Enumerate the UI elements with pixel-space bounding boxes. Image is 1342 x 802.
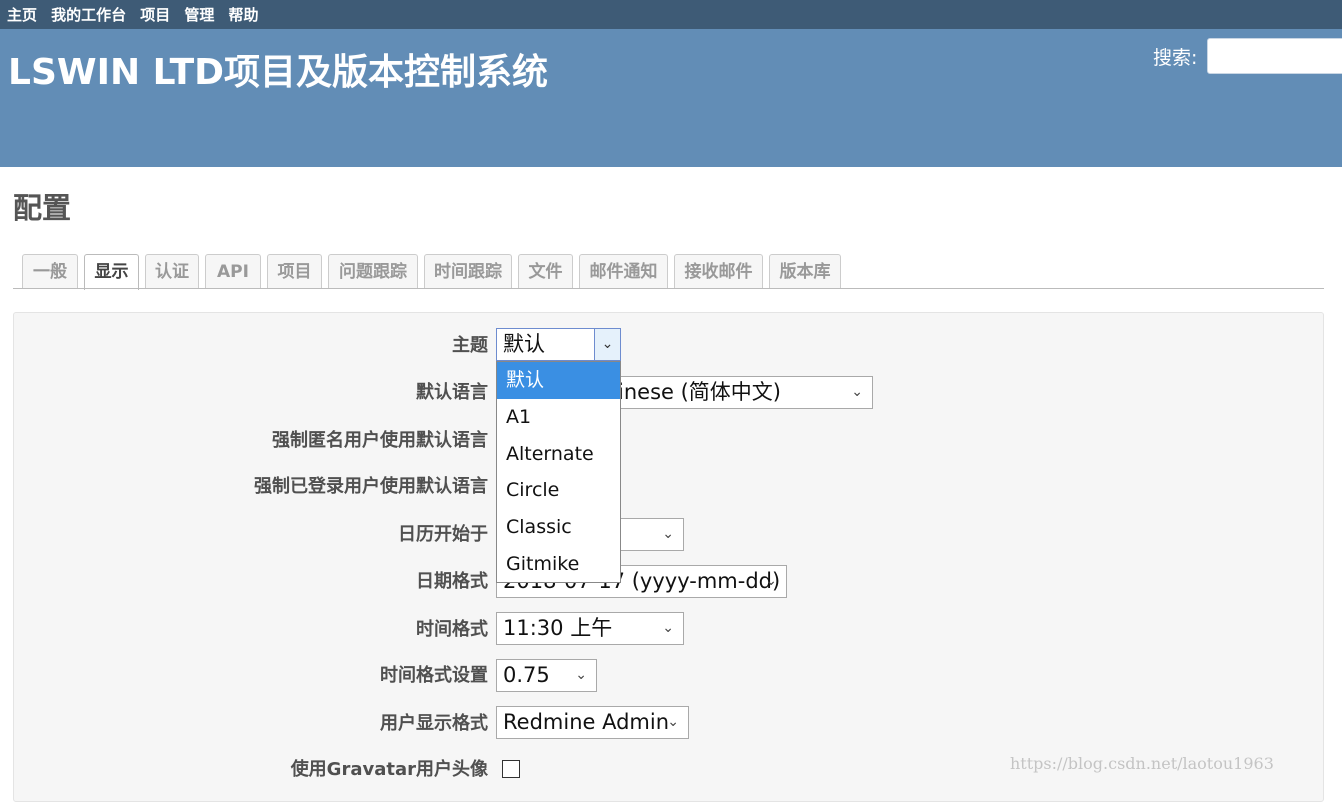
theme-option-alternate[interactable]: Alternate bbox=[497, 436, 620, 473]
top-menu-help[interactable]: 帮助 bbox=[228, 4, 258, 25]
top-menu-projects[interactable]: 项目 bbox=[140, 4, 170, 25]
time-format-label: 时间格式 bbox=[416, 619, 488, 640]
tab-authentication[interactable]: 认证 bbox=[145, 254, 199, 289]
header: LSWIN LTD项目及版本控制系统 搜索: bbox=[0, 29, 1342, 167]
force-user-language-label: 强制已登录用户使用默认语言 bbox=[254, 476, 488, 497]
top-menu: 主页 我的工作台 项目 管理 帮助 bbox=[0, 0, 1342, 29]
force-anon-language-label: 强制匿名用户使用默认语言 bbox=[272, 430, 488, 451]
chevron-down-icon: ⌄ bbox=[575, 667, 587, 683]
tabs-divider bbox=[13, 288, 1324, 289]
search-input[interactable] bbox=[1207, 38, 1342, 74]
chevron-down-icon: ⌄ bbox=[662, 526, 674, 542]
tab-issue-tracking[interactable]: 问题跟踪 bbox=[328, 254, 418, 289]
chevron-down-icon: ⌄ bbox=[765, 573, 777, 589]
watermark: https://blog.csdn.net/laotou1963 bbox=[1010, 754, 1274, 773]
start-of-week-label: 日历开始于 bbox=[398, 524, 488, 545]
top-menu-home[interactable]: 主页 bbox=[7, 4, 37, 25]
default-language-label: 默认语言 bbox=[416, 382, 488, 403]
tab-api[interactable]: API bbox=[205, 254, 261, 289]
chevron-down-icon: ⌄ bbox=[667, 714, 679, 730]
site-title: LSWIN LTD项目及版本控制系统 bbox=[8, 52, 549, 93]
timespan-format-label: 时间格式设置 bbox=[380, 665, 488, 686]
theme-option-circle[interactable]: Circle bbox=[497, 472, 620, 509]
tab-time-tracking[interactable]: 时间跟踪 bbox=[424, 254, 512, 289]
theme-dropdown-list: 默认 A1 Alternate Circle Classic Gitmike bbox=[496, 361, 621, 583]
theme-select[interactable]: 默认 ⌄ bbox=[496, 328, 621, 361]
tab-email-notifications[interactable]: 邮件通知 bbox=[579, 254, 668, 289]
tab-projects[interactable]: 项目 bbox=[267, 254, 322, 289]
theme-label: 主题 bbox=[452, 335, 488, 356]
theme-option-default[interactable]: 默认 bbox=[497, 362, 620, 399]
timespan-format-select[interactable]: 0.75 ⌄ bbox=[496, 659, 597, 692]
gravatar-checkbox[interactable] bbox=[502, 760, 520, 778]
tab-general[interactable]: 一般 bbox=[22, 254, 78, 289]
top-menu-administration[interactable]: 管理 bbox=[184, 4, 214, 25]
gravatar-label: 使用Gravatar用户头像 bbox=[290, 759, 488, 780]
page-title: 配置 bbox=[13, 191, 72, 225]
time-format-select[interactable]: 11:30 上午 ⌄ bbox=[496, 612, 684, 645]
date-format-label: 日期格式 bbox=[416, 571, 488, 592]
time-format-value: 11:30 上午 bbox=[503, 616, 613, 640]
tab-repositories[interactable]: 版本库 bbox=[769, 254, 841, 289]
theme-option-a1[interactable]: A1 bbox=[497, 399, 620, 436]
default-language-value: inese (简体中文) bbox=[618, 380, 781, 404]
theme-select-value: 默认 bbox=[503, 332, 545, 356]
theme-option-classic[interactable]: Classic bbox=[497, 509, 620, 546]
timespan-format-value: 0.75 bbox=[503, 663, 550, 687]
tab-incoming-emails[interactable]: 接收邮件 bbox=[674, 254, 763, 289]
chevron-down-icon: ⌄ bbox=[662, 620, 674, 636]
search-label: 搜索: bbox=[1153, 47, 1198, 69]
chevron-down-icon: ⌄ bbox=[851, 384, 863, 400]
tab-files[interactable]: 文件 bbox=[518, 254, 573, 289]
user-format-value: Redmine Admin bbox=[503, 710, 670, 734]
chevron-down-icon[interactable]: ⌄ bbox=[594, 329, 620, 360]
theme-option-gitmike[interactable]: Gitmike bbox=[497, 546, 620, 583]
tab-display[interactable]: 显示 bbox=[84, 254, 139, 290]
user-format-select[interactable]: Redmine Admin ⌄ bbox=[496, 706, 689, 739]
top-menu-my-page[interactable]: 我的工作台 bbox=[51, 4, 126, 25]
user-format-label: 用户显示格式 bbox=[380, 713, 488, 734]
